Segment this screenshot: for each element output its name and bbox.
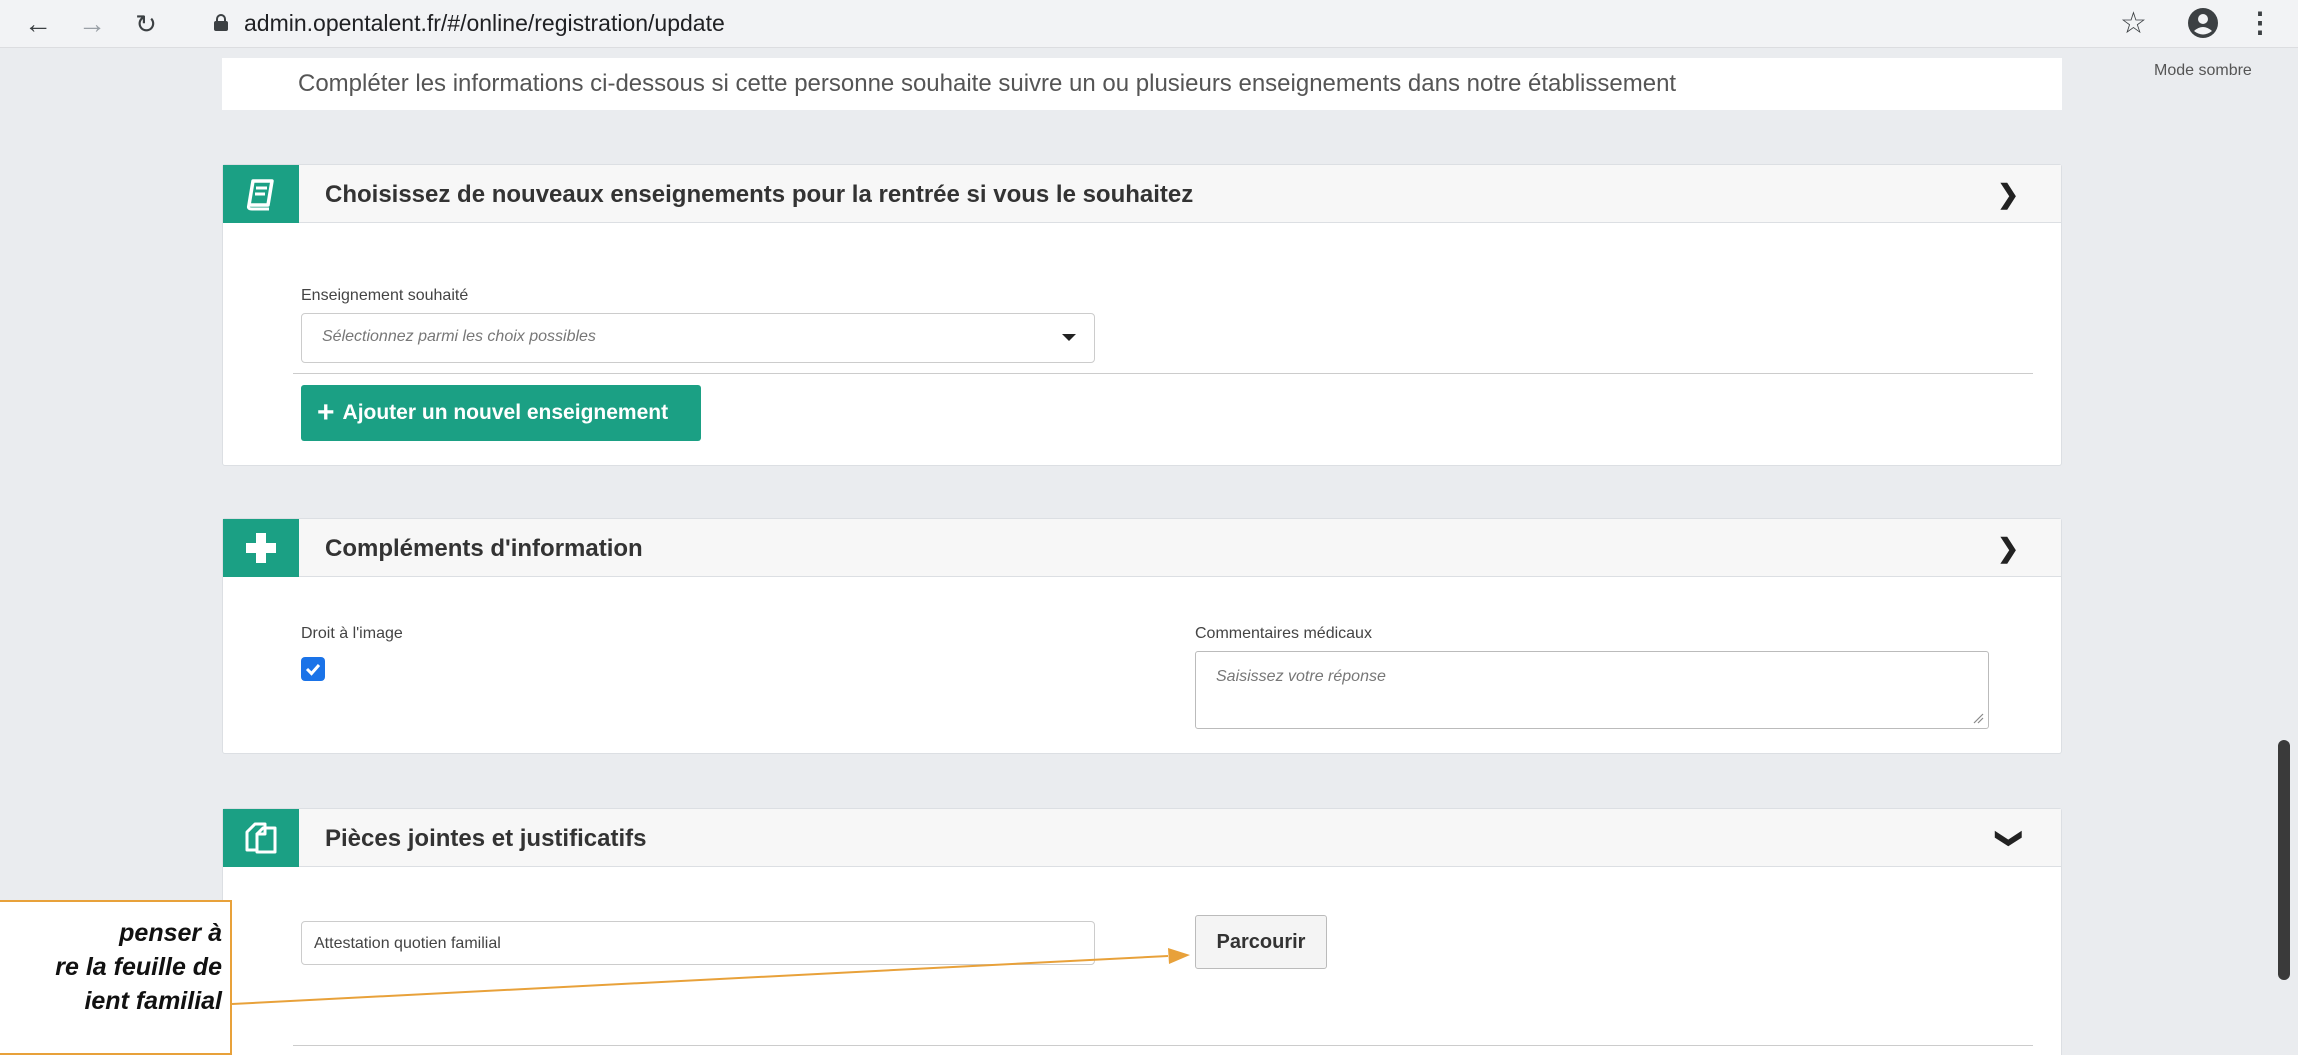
attachment-file-field[interactable]: Attestation quotien familial xyxy=(301,921,1095,965)
courses-panel: Choisissez de nouveaux enseignements pou… xyxy=(222,164,2062,466)
plus-icon: + xyxy=(317,396,335,429)
medical-comments-label: Commentaires médicaux xyxy=(1195,625,1372,642)
chevron-right-icon[interactable]: ❯ xyxy=(1997,179,2019,210)
annotation-callout: penser à re la feuille de ient familial xyxy=(0,900,232,1055)
intro-banner: Compléter les informations ci-dessous si… xyxy=(222,58,2062,110)
course-select-placeholder: Sélectionnez parmi les choix possibles xyxy=(322,328,596,345)
course-field-label: Enseignement souhaité xyxy=(301,287,469,304)
attachments-panel-title: Pièces jointes et justificatifs xyxy=(325,825,647,852)
chevron-right-icon[interactable]: ❯ xyxy=(1997,533,2019,564)
attachments-panel-header[interactable]: Pièces jointes et justificatifs ❯ xyxy=(223,809,2061,867)
reload-icon[interactable]: ↻ xyxy=(130,8,162,40)
complements-panel: Compléments d'information ❯ Droit à l'im… xyxy=(222,518,2062,754)
attachments-panel: Pièces jointes et justificatifs ❯ Attest… xyxy=(222,808,2062,1055)
plus-icon xyxy=(223,519,299,577)
medical-comments-placeholder: Saisissez votre réponse xyxy=(1216,668,1386,685)
annotation-line: penser à xyxy=(119,919,222,947)
image-rights-label: Droit à l'image xyxy=(301,625,403,642)
browser-toolbar: ← → ↻ admin.opentalent.fr/#/online/regis… xyxy=(0,0,2298,48)
annotation-line: re la feuille de xyxy=(55,953,222,981)
scrollbar-thumb[interactable] xyxy=(2278,740,2290,980)
bookmark-star-icon[interactable]: ☆ xyxy=(2120,6,2147,41)
courses-panel-title: Choisissez de nouveaux enseignements pou… xyxy=(325,181,1194,208)
annotation-line: ient familial xyxy=(84,987,222,1015)
account-icon[interactable] xyxy=(2186,6,2220,40)
kebab-menu-icon[interactable]: ⋮ xyxy=(2246,6,2274,39)
caret-down-icon xyxy=(1062,334,1076,341)
medical-comments-textarea[interactable]: Saisissez votre réponse xyxy=(1195,651,1989,729)
forward-arrow-icon[interactable]: → xyxy=(76,8,108,40)
add-course-button-label: Ajouter un nouvel enseignement xyxy=(342,401,669,424)
back-arrow-icon[interactable]: ← xyxy=(22,8,54,40)
browse-button[interactable]: Parcourir xyxy=(1195,915,1327,969)
attachment-file-name: Attestation quotien familial xyxy=(314,935,501,952)
divider xyxy=(293,1045,2033,1046)
dark-mode-toggle[interactable]: Mode sombre xyxy=(2154,62,2252,80)
complements-panel-header[interactable]: Compléments d'information ❯ xyxy=(223,519,2061,577)
book-icon xyxy=(223,165,299,223)
courses-panel-header[interactable]: Choisissez de nouveaux enseignements pou… xyxy=(223,165,2061,223)
complements-panel-title: Compléments d'information xyxy=(325,535,643,562)
course-select[interactable]: Sélectionnez parmi les choix possibles xyxy=(301,313,1095,363)
url-text[interactable]: admin.opentalent.fr/#/online/registratio… xyxy=(244,10,725,37)
lock-icon xyxy=(214,14,228,31)
divider xyxy=(293,373,2033,374)
intro-text: Compléter les informations ci-dessous si… xyxy=(298,70,1677,97)
image-rights-checkbox[interactable] xyxy=(301,657,325,681)
resize-handle-icon[interactable] xyxy=(1972,712,1984,724)
documents-icon xyxy=(223,809,299,867)
chevron-down-icon[interactable]: ❯ xyxy=(1995,828,2026,850)
add-course-button[interactable]: + Ajouter un nouvel enseignement xyxy=(301,385,701,441)
